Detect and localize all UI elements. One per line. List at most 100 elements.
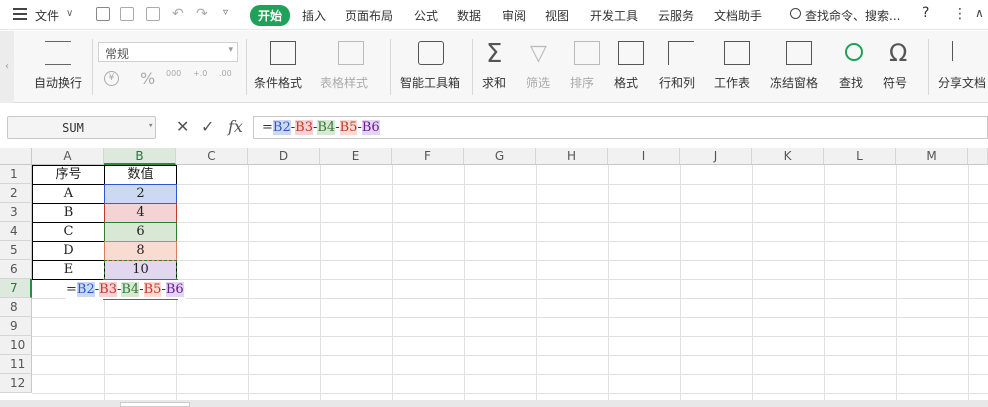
cell-a4[interactable]: C (33, 222, 104, 241)
tab-data[interactable]: 数据 (457, 7, 481, 24)
column-header-j[interactable]: J (680, 148, 752, 165)
sort-button[interactable]: 排序 (570, 74, 594, 91)
gridline (464, 165, 465, 400)
column-header-b[interactable]: B (104, 148, 176, 165)
column-header-c[interactable]: C (176, 148, 248, 165)
column-header-f[interactable]: F (392, 148, 464, 165)
cell-b5[interactable]: 8 (105, 241, 176, 260)
cancel-formula-icon[interactable]: ✕ (176, 117, 189, 136)
chevron-down-icon[interactable]: ▾ (148, 121, 153, 131)
scrollbar-thumb[interactable] (120, 402, 190, 407)
cell-a3[interactable]: B (33, 203, 104, 222)
search-icon[interactable] (790, 8, 801, 19)
tab-doc-assistant[interactable]: 文档助手 (714, 7, 762, 24)
cell-b3[interactable]: 4 (105, 203, 176, 222)
redo-icon[interactable]: ↷ (196, 6, 208, 22)
cell-a2[interactable]: A (33, 184, 104, 203)
decrease-decimal-icon[interactable]: .00 (219, 69, 232, 78)
cell-a5[interactable]: D (33, 241, 104, 260)
tab-view[interactable]: 视图 (545, 7, 569, 24)
help-icon[interactable]: ? (922, 5, 929, 21)
print-icon[interactable] (120, 7, 134, 21)
undo-icon[interactable]: ↶ (172, 6, 184, 22)
customize-toolbar-icon[interactable]: ▿ (223, 7, 228, 18)
increase-decimal-icon[interactable]: +.0 (193, 69, 207, 78)
currency-icon[interactable]: ¥ (104, 71, 119, 86)
column-header-d[interactable]: D (248, 148, 320, 165)
collapse-ribbon-icon[interactable]: ∧ (975, 6, 984, 20)
formula-input[interactable]: =B2-B3-B4-B5-B6 (253, 116, 988, 139)
column-header-e[interactable]: E (320, 148, 392, 165)
confirm-formula-icon[interactable]: ✓ (201, 117, 214, 136)
smart-toolbox-button[interactable]: 智能工具箱 (400, 74, 460, 91)
print-preview-icon[interactable] (146, 7, 160, 21)
name-box[interactable]: SUM ▾ (7, 116, 156, 139)
ribbon-separator (246, 39, 247, 95)
ribbon-scroll-left-icon[interactable]: ‹ (0, 31, 14, 103)
cell-b7-editor[interactable]: =B2-B3-B4-B5-B6 (66, 280, 186, 299)
worksheet-button[interactable]: 工作表 (714, 74, 750, 91)
row-header-8[interactable]: 8 (0, 298, 32, 317)
column-header-k[interactable]: K (752, 148, 824, 165)
formula-ref-b6: B6 (165, 282, 184, 297)
cell-a6[interactable]: E (33, 260, 104, 279)
gridline (608, 165, 609, 400)
row-header-7[interactable]: 7 (0, 279, 32, 298)
wrap-text-button[interactable]: 自动换行 (34, 74, 82, 91)
insert-function-button[interactable]: fx (228, 117, 243, 136)
share-doc-button[interactable]: 分享文档 (938, 74, 986, 91)
column-header-g[interactable]: G (464, 148, 536, 165)
conditional-format-button[interactable]: 条件格式 (254, 74, 302, 91)
row-header-10[interactable]: 10 (0, 336, 32, 355)
format-button[interactable]: 格式 (614, 74, 638, 91)
row-header-11[interactable]: 11 (0, 355, 32, 374)
spreadsheet-grid[interactable]: A B C D E F G H I J K L M 1 2 3 4 5 6 7 … (0, 148, 988, 400)
thousands-button[interactable]: 000 (166, 69, 181, 78)
row-header-2[interactable]: 2 (0, 184, 32, 203)
save-icon[interactable] (96, 7, 110, 21)
cell-b6[interactable]: 10 (105, 260, 176, 279)
row-header-9[interactable]: 9 (0, 317, 32, 336)
find-button[interactable]: 查找 (839, 74, 863, 91)
number-format-select[interactable]: 常规 ▾ (98, 42, 238, 62)
column-header-h[interactable]: H (536, 148, 608, 165)
column-header-i[interactable]: I (608, 148, 680, 165)
tab-developer[interactable]: 开发工具 (590, 7, 638, 24)
horizontal-scrollbar[interactable] (0, 400, 988, 407)
symbol-button[interactable]: 符号 (883, 74, 907, 91)
row-header-1[interactable]: 1 (0, 165, 32, 184)
select-all-corner[interactable] (0, 148, 32, 165)
gridline (392, 165, 393, 400)
chevron-down-icon[interactable]: ∨ (66, 8, 73, 19)
row-header-3[interactable]: 3 (0, 203, 32, 222)
percent-button[interactable]: % (140, 69, 155, 88)
row-header-5[interactable]: 5 (0, 241, 32, 260)
hamburger-menu-icon[interactable] (13, 8, 27, 20)
column-header-a[interactable]: A (32, 148, 104, 165)
file-menu[interactable]: 文件 (35, 7, 59, 24)
column-header-m[interactable]: M (896, 148, 968, 165)
row-header-6[interactable]: 6 (0, 260, 32, 279)
sum-button[interactable]: 求和 (482, 74, 506, 91)
tab-page-layout[interactable]: 页面布局 (345, 7, 393, 24)
table-style-button[interactable]: 表格样式 (320, 74, 368, 91)
tab-formulas[interactable]: 公式 (414, 7, 438, 24)
column-header-l[interactable]: L (824, 148, 896, 165)
filter-button[interactable]: 筛选 (526, 74, 550, 91)
cell-b2[interactable]: 2 (105, 184, 176, 203)
gridline (680, 165, 681, 400)
tab-insert[interactable]: 插入 (302, 7, 326, 24)
formula-ref-b2: B2 (272, 120, 291, 135)
row-col-button[interactable]: 行和列 (659, 74, 695, 91)
cell-b4[interactable]: 6 (105, 222, 176, 241)
search-command-box[interactable]: 查找命令、搜索... (805, 7, 900, 24)
cell-b1[interactable]: 数值 (105, 165, 176, 184)
tab-review[interactable]: 审阅 (502, 7, 526, 24)
row-header-4[interactable]: 4 (0, 222, 32, 241)
row-header-12[interactable]: 12 (0, 374, 32, 393)
freeze-panes-button[interactable]: 冻结窗格 (770, 74, 818, 91)
tab-cloud[interactable]: 云服务 (658, 7, 694, 24)
cell-a1[interactable]: 序号 (33, 165, 104, 184)
tab-home[interactable]: 开始 (250, 5, 291, 26)
more-icon[interactable]: ⋮ (953, 6, 967, 22)
